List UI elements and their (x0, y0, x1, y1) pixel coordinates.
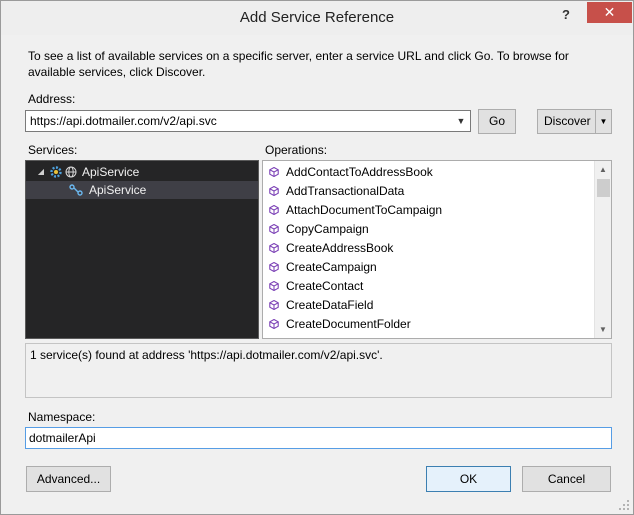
scroll-thumb[interactable] (597, 179, 610, 197)
discover-button-label: Discover (544, 114, 591, 128)
address-label: Address: (28, 92, 76, 106)
services-tree[interactable]: ◢ ApiService ApiService (25, 160, 259, 339)
tree-node-label: ApiService (89, 183, 147, 197)
operation-label: AddContactToAddressBook (286, 165, 433, 179)
method-cube-icon (269, 224, 279, 234)
operation-label: CreateAddressBook (286, 241, 394, 255)
ok-button[interactable]: OK (426, 466, 511, 492)
gear-icon (50, 166, 62, 178)
address-combobox[interactable]: ▼ (25, 110, 471, 132)
add-service-reference-dialog: Add Service Reference ? ✕ To see a list … (0, 0, 634, 515)
namespace-field[interactable] (25, 427, 612, 449)
namespace-label: Namespace: (28, 410, 96, 424)
globe-icon (65, 166, 77, 178)
operation-label: CreateDocumentFolder (286, 317, 411, 331)
method-cube-icon (269, 262, 279, 272)
operations-scrollbar[interactable]: ▲ ▼ (594, 161, 611, 338)
operation-label: CreateContact (286, 279, 364, 293)
scroll-down-icon[interactable]: ▼ (595, 321, 611, 338)
operation-label: CreateDataField (286, 298, 374, 312)
operations-list[interactable]: AddContactToAddressBook AddTransactionalD… (262, 160, 612, 339)
method-cube-icon (269, 205, 279, 215)
status-message: 1 service(s) found at address 'https://a… (30, 348, 383, 362)
method-cube-icon (269, 186, 279, 196)
resize-grip-icon[interactable] (618, 499, 630, 511)
help-button[interactable]: ? (553, 5, 579, 25)
namespace-input[interactable] (26, 428, 609, 448)
close-button[interactable]: ✕ (587, 2, 632, 23)
tree-node-contract[interactable]: ApiService (26, 181, 258, 199)
tree-expanded-icon[interactable]: ◢ (36, 163, 46, 181)
tree-node-service[interactable]: ◢ ApiService (26, 163, 258, 181)
dialog-title: Add Service Reference (239, 9, 395, 26)
discover-button[interactable]: Discover ▼ (537, 109, 612, 134)
status-panel: 1 service(s) found at address 'https://a… (25, 343, 612, 398)
method-cube-icon (269, 281, 279, 291)
discover-dropdown-icon[interactable]: ▼ (595, 110, 611, 133)
services-label: Services: (28, 143, 78, 157)
operation-label: AttachDocumentToCampaign (286, 203, 443, 217)
contract-icon (69, 184, 83, 196)
chevron-down-icon[interactable]: ▼ (452, 111, 470, 131)
operation-label: CreateCampaign (286, 260, 377, 274)
scroll-up-icon[interactable]: ▲ (595, 161, 611, 178)
cancel-button[interactable]: Cancel (522, 466, 611, 492)
address-input[interactable] (26, 111, 450, 131)
tree-node-label: ApiService (82, 165, 140, 179)
operation-label: CopyCampaign (286, 222, 369, 236)
method-cube-icon (269, 167, 279, 177)
title-bar: Add Service Reference ? ✕ (1, 1, 633, 35)
method-cube-icon (269, 300, 279, 310)
operations-label: Operations: (265, 143, 328, 157)
method-cube-icon (269, 319, 279, 329)
instructions-text: To see a list of available services on a… (28, 49, 569, 79)
go-button[interactable]: Go (478, 109, 516, 134)
operation-label: AddTransactionalData (286, 184, 405, 198)
advanced-button[interactable]: Advanced... (26, 466, 111, 492)
method-cube-icon (269, 243, 279, 253)
